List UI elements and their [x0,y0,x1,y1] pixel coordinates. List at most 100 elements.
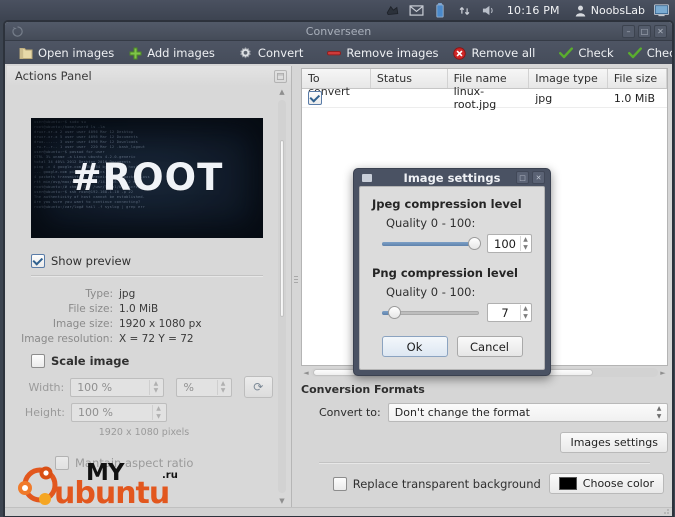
unit-combo[interactable]: % ▲ ▼ [176,377,232,397]
clock[interactable]: 10:16 PM [507,4,560,17]
dialog-titlebar[interactable]: Image settings □ ✕ [354,169,550,186]
width-stepper[interactable]: ▲ ▼ [149,379,161,395]
jpeg-quality-stepper[interactable]: ▲ ▼ [520,236,530,251]
remove-images-button[interactable]: Remove images [320,44,445,62]
jpeg-quality-slider[interactable] [382,236,481,252]
row-checkbox[interactable] [308,91,322,105]
dialog-close-button[interactable]: ✕ [532,171,545,184]
images-settings-button[interactable]: Images settings [560,432,668,453]
open-images-button[interactable]: Open images [12,44,121,62]
ok-button[interactable]: Ok [381,336,448,357]
maximize-button[interactable]: □ [638,25,651,38]
scrollbar-thumb[interactable] [280,140,284,317]
cancel-button[interactable]: Cancel [456,336,523,357]
aspect-ratio-checkbox[interactable]: Mantain aspect ratio [55,456,193,470]
actions-panel-scrollbar[interactable]: ▲ ▼ [275,86,289,507]
watermark-ubuntu: ubuntu [54,476,170,508]
convert-button[interactable]: Convert [232,44,310,62]
scrollbar-track[interactable] [278,100,286,493]
undock-icon[interactable] [274,69,287,83]
show-preview-label: Show preview [51,254,132,268]
window-body: Actions Panel user@ubuntu:~$ sudo su roo… [5,64,672,516]
scale-image-label: Scale image [51,354,130,368]
height-stepper[interactable]: ▲ ▼ [152,405,164,420]
volume-icon[interactable] [481,3,496,18]
png-quality-value: 7 [501,305,509,320]
column-header-file-size[interactable]: File size [608,69,667,88]
convert-to-select[interactable]: Don't change the format ▲ ▼ [387,403,668,422]
minimize-button[interactable]: – [622,25,635,38]
user-name: NoobsLab [590,4,645,17]
add-images-label: Add images [147,46,215,60]
scale-image-checkbox[interactable]: Scale image [31,354,129,368]
conversion-formats-title: Conversion Formats [301,383,425,396]
convert-to-value: Don't change the format [394,406,530,419]
png-quality-slider[interactable] [382,305,479,321]
remove-all-button[interactable]: Remove all [446,44,543,62]
info-row: Type: jpg [7,286,291,301]
user-menu[interactable]: NoobsLab [573,3,645,18]
show-preview-checkbox[interactable]: Show preview [31,254,131,268]
column-header-status[interactable]: Status [371,69,448,88]
height-label: Height: [24,406,65,419]
height-value: 100 % [78,406,113,419]
png-quality-stepper[interactable]: ▲ ▼ [520,305,530,320]
replace-bg-box [332,476,347,491]
table-row[interactable]: linux-root.jpg jpg 1.0 MiB [302,85,667,111]
network-icon[interactable] [385,3,400,18]
sync-icon[interactable] [457,3,472,18]
info-key: File size: [68,302,113,315]
convert-label: Convert [257,46,304,60]
check-button[interactable]: Check [552,44,620,62]
remove-all-label: Remove all [471,46,536,60]
resize-grip[interactable] [662,509,670,515]
column-header-to-convert[interactable]: To convert [302,69,371,98]
scroll-up-arrow[interactable]: ▲ [275,86,289,98]
actions-panel-content: user@ubuntu:~$ sudo su root@ubuntu:/home… [7,86,291,507]
hscroll-left-arrow[interactable]: ◄ [301,366,311,379]
width-field-row: Width: 100 % ▲ ▼ % ▲ ▼ ⟳ [23,376,273,398]
width-input[interactable]: 100 % ▲ ▼ [70,377,165,397]
plus-icon [128,46,142,60]
pane-splitter[interactable] [293,264,299,294]
mail-icon[interactable] [409,3,424,18]
info-key: Image resolution: [21,332,113,345]
display-icon[interactable] [654,3,669,18]
convert-to-label: Convert to: [319,406,381,419]
jpeg-section-heading: Jpeg compression level [372,197,522,211]
dialog-window-buttons: □ ✕ [516,171,545,184]
close-button[interactable]: ✕ [654,25,667,38]
scroll-down-arrow[interactable]: ▼ [275,495,289,507]
check-all-icon [627,46,642,60]
replace-bg-checkbox[interactable]: Replace transparent background [332,476,541,491]
divider-2 [319,462,650,463]
actions-panel: Actions Panel user@ubuntu:~$ sudo su roo… [7,66,292,508]
window-titlebar[interactable]: Converseen – □ ✕ [5,22,672,41]
choose-color-button[interactable]: Choose color [548,473,664,494]
height-input[interactable]: 100 % ▲ ▼ [71,403,167,422]
row-checkbox-cell[interactable] [302,91,371,105]
titlebar-left [5,25,23,37]
png-quality-label: Quality 0 - 100: [386,285,476,299]
add-images-button[interactable]: Add images [121,44,222,62]
window-buttons: – □ ✕ [622,25,667,38]
hscroll-right-arrow[interactable]: ► [658,366,668,379]
dialog-maximize-button[interactable]: □ [516,171,529,184]
png-quality-row: 7 ▲ ▼ [382,303,532,322]
refresh-icon[interactable]: ⟳ [243,376,273,398]
info-row: Image resolution: X = 72 Y = 72 [7,331,291,346]
check-all-button[interactable]: Check all [621,44,672,62]
png-slider-handle[interactable] [388,306,402,319]
info-value: 1920 x 1080 px [119,317,202,330]
color-swatch [558,477,577,490]
column-header-image-type[interactable]: Image type [529,69,608,88]
height-field-row: Height: 100 % ▲ ▼ [23,403,273,422]
battery-icon[interactable] [433,3,448,18]
jpeg-quality-input[interactable]: 100 ▲ ▼ [487,234,532,253]
show-preview-box [31,254,45,268]
info-key: Image size: [52,317,113,330]
jpeg-slider-handle[interactable] [468,237,481,250]
convert-to-row: Convert to: Don't change the format ▲ ▼ [319,403,668,422]
png-quality-input[interactable]: 7 ▲ ▼ [487,303,532,322]
unit-stepper[interactable]: ▲ ▼ [216,379,229,395]
